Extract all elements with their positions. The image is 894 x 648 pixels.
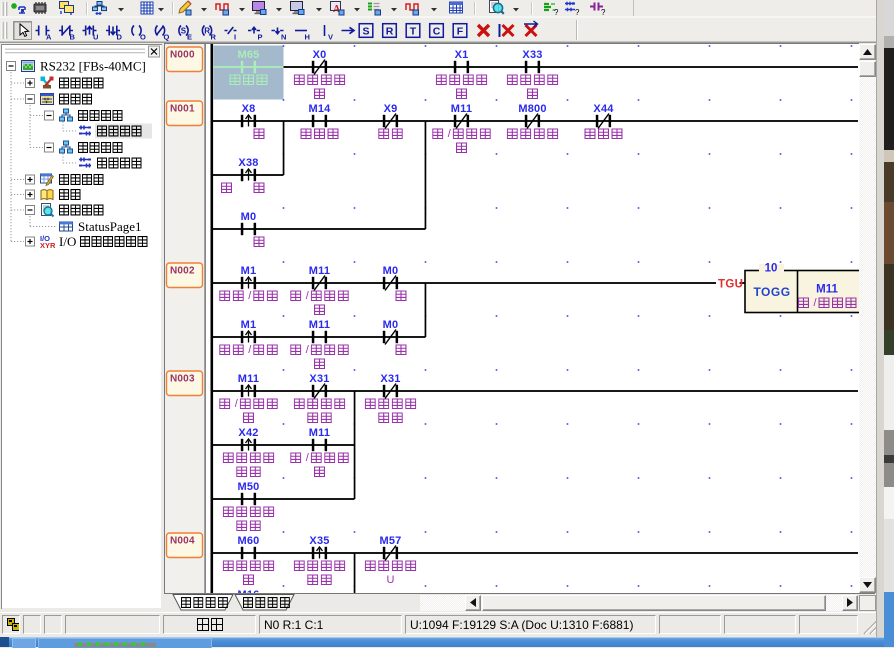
- svg-text:N002: N002: [170, 266, 195, 277]
- svg-text:D: D: [117, 33, 123, 42]
- svg-text:V: V: [328, 33, 333, 42]
- svg-text:I/O: I/O: [59, 234, 76, 249]
- svg-text:M0: M0: [383, 265, 399, 277]
- svg-text:N003: N003: [170, 374, 195, 385]
- svg-text:E: E: [187, 33, 192, 42]
- svg-text:RS232 [FBs-40MC]: RS232 [FBs-40MC]: [40, 59, 146, 74]
- svg-text:X42: X42: [238, 427, 258, 439]
- svg-text:M50: M50: [238, 481, 260, 493]
- svg-text:R: R: [211, 33, 217, 42]
- svg-text:Q: Q: [164, 33, 170, 42]
- svg-text:O: O: [140, 33, 146, 42]
- svg-text:N001: N001: [170, 104, 195, 115]
- svg-text:TOGG: TOGG: [753, 285, 790, 299]
- svg-text:F: F: [457, 26, 464, 38]
- svg-text:X9: X9: [384, 103, 398, 115]
- svg-text:M60: M60: [238, 535, 260, 547]
- svg-text:10: 10: [765, 263, 778, 275]
- svg-text:StatusPage1: StatusPage1: [78, 219, 142, 234]
- svg-text:X35: X35: [309, 535, 329, 547]
- svg-text:N: N: [281, 33, 286, 42]
- svg-text:P: P: [258, 33, 263, 42]
- svg-text:?: ?: [575, 8, 580, 17]
- svg-text:A: A: [46, 33, 52, 42]
- svg-text:R: R: [386, 26, 394, 38]
- svg-text:M11: M11: [451, 103, 472, 115]
- svg-text:M0: M0: [241, 211, 257, 223]
- svg-text:M65: M65: [238, 49, 260, 61]
- svg-text:?: ?: [554, 8, 559, 17]
- svg-text:M1: M1: [241, 265, 257, 277]
- svg-text:M11: M11: [309, 427, 330, 439]
- svg-text:M57: M57: [380, 535, 402, 547]
- svg-text:M11: M11: [238, 373, 259, 385]
- svg-text:U: U: [387, 574, 395, 586]
- svg-text:?: ?: [601, 8, 606, 17]
- svg-text:X0: X0: [313, 49, 327, 61]
- svg-text:M800: M800: [518, 103, 546, 115]
- svg-text:X31: X31: [309, 373, 329, 385]
- svg-text:M14: M14: [309, 103, 332, 115]
- svg-text:X1: X1: [455, 49, 469, 61]
- svg-text:X8: X8: [242, 103, 256, 115]
- svg-text:X33: X33: [522, 49, 542, 61]
- svg-text:M1: M1: [241, 319, 257, 331]
- svg-text:XYR: XYR: [40, 241, 56, 250]
- svg-text:U: U: [93, 33, 98, 42]
- svg-text:N000: N000: [170, 50, 195, 61]
- svg-text:S: S: [362, 26, 369, 38]
- svg-text:TGU: TGU: [718, 279, 743, 291]
- svg-text:X44: X44: [593, 103, 614, 115]
- svg-text:I: I: [234, 33, 236, 42]
- svg-text:M11: M11: [309, 265, 330, 277]
- svg-text:S: S: [181, 27, 187, 36]
- svg-text:M0: M0: [383, 319, 399, 331]
- svg-text:R: R: [204, 27, 210, 36]
- svg-text:C: C: [433, 26, 441, 38]
- svg-text:M11: M11: [309, 319, 330, 331]
- svg-text:B: B: [70, 33, 76, 42]
- svg-text:H: H: [305, 33, 310, 42]
- svg-text:X31: X31: [380, 373, 400, 385]
- svg-text:M11: M11: [816, 284, 838, 296]
- svg-text:N004: N004: [170, 536, 195, 547]
- svg-text:T: T: [410, 26, 417, 38]
- svg-text:X38: X38: [238, 157, 258, 169]
